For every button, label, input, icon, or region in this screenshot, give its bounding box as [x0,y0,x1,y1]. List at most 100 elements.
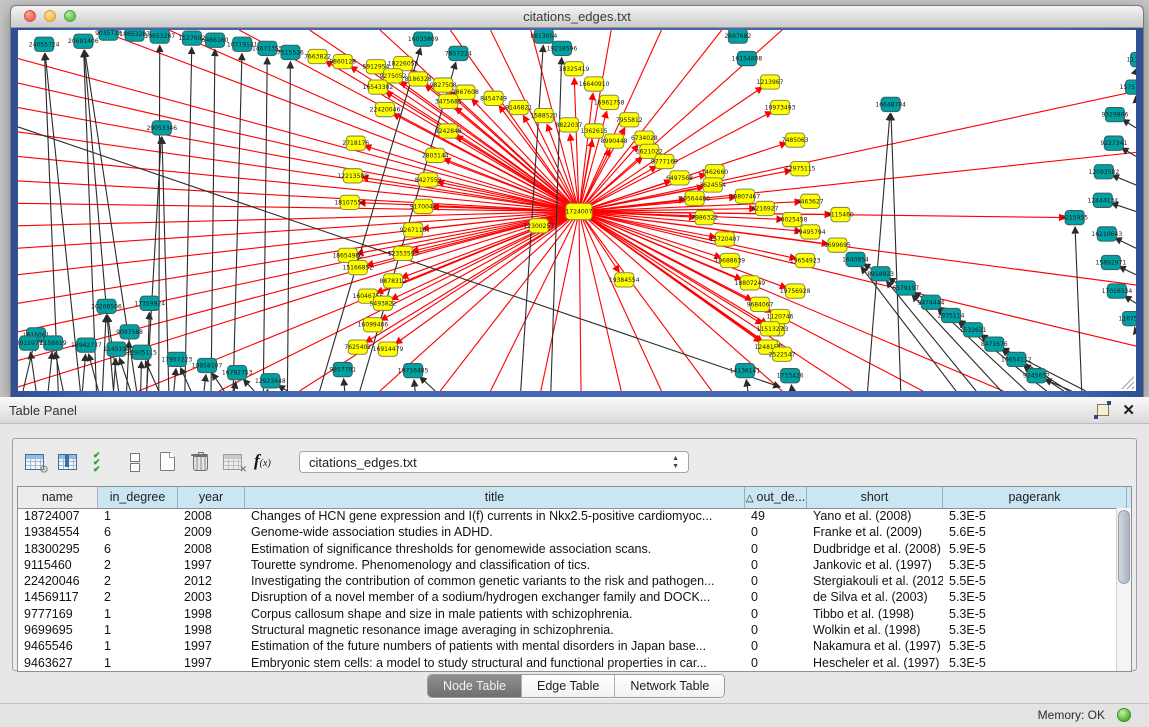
network-node[interactable]: 17359924 [134,296,165,310]
network-node[interactable]: 9227341 [1100,136,1127,150]
network-node[interactable]: 19716485 [398,363,429,377]
network-node[interactable]: 9267110 [400,223,427,237]
canvas-resize-grip[interactable] [1122,377,1134,389]
network-node[interactable]: 2522547 [769,347,796,361]
column-header-pagerank[interactable]: pagerank [943,487,1127,508]
network-node[interactable]: 9146821 [505,100,532,114]
network-node[interactable]: 9115460 [827,207,854,221]
table-row[interactable]: 2242004622012Investigating the contribut… [18,573,1117,589]
function-builder-button[interactable]: f(x) [254,449,278,475]
toggle-columns-button[interactable] [56,449,80,475]
table-source-select[interactable]: citations_edges.txt ▲▼ [299,451,689,473]
network-node[interactable]: 6497568 [666,171,693,185]
network-node[interactable]: 3475685 [435,94,462,108]
network-node[interactable]: 8471676 [981,337,1008,351]
column-header-short[interactable]: short [807,487,943,508]
network-node[interactable]: 1151327 [757,322,784,336]
network-node[interactable]: 8990448 [601,134,628,148]
network-node[interactable]: 20206506 [91,299,122,313]
network-node[interactable]: 7663822 [304,49,331,63]
column-header-name[interactable]: name [18,487,98,508]
network-node[interactable]: 29053346 [146,121,177,135]
zoom-window-button[interactable] [64,10,76,22]
network-node[interactable]: 8822037 [556,118,583,132]
network-node[interactable]: 7515526 [277,45,304,59]
table-row[interactable]: 969969511998Structural magnetic resonanc… [18,622,1117,638]
network-node[interactable]: 1111246 [1127,52,1136,66]
network-node[interactable]: 10958107 [192,358,223,372]
network-node[interactable]: 6379197 [892,281,919,295]
table-settings-button[interactable]: ⚙ [23,449,47,475]
network-node[interactable]: 9245652 [1023,369,1050,383]
network-node[interactable]: 9860128 [329,54,356,68]
network-node[interactable]: 10807467 [730,189,761,203]
network-node[interactable]: 1588520 [530,109,557,123]
network-node[interactable]: 9474444 [917,295,944,309]
network-node[interactable]: 9170042 [410,199,437,213]
network-node[interactable]: 16914479 [373,342,404,356]
network-node[interactable]: 18107554 [334,195,365,209]
network-node[interactable]: 9684067 [747,297,774,311]
close-window-button[interactable] [24,10,36,22]
network-node[interactable]: 5493822 [370,296,397,310]
scrollbar-thumb[interactable] [1118,510,1130,584]
network-node[interactable]: 10688639 [715,253,746,267]
tab-network-table[interactable]: Network Table [615,675,724,697]
column-header-in_degree[interactable]: in_degree [98,487,178,508]
network-node[interactable]: 12444134 [1088,193,1119,207]
network-node[interactable]: 1156819 [40,336,67,350]
network-node[interactable]: 16640910 [579,77,610,91]
column-header-year[interactable]: year [178,487,245,508]
network-node[interactable]: 24055724 [29,37,60,51]
network-node[interactable]: 7857224 [445,46,472,60]
network-node[interactable]: 7485063 [782,133,809,147]
network-node[interactable]: 1167533 [1119,311,1136,325]
network-node[interactable]: 9699695 [824,238,851,252]
network-node[interactable]: 17016534 [1102,284,1133,298]
network-node[interactable]: 19654923 [790,253,821,267]
table-row[interactable]: 946554611997Estimation of the future num… [18,638,1117,654]
network-node[interactable]: 3624554 [699,178,726,192]
network-node[interactable]: 9329966 [1101,108,1128,122]
tab-edge-table[interactable]: Edge Table [522,675,615,697]
network-node[interactable]: 1213967 [757,75,784,89]
network-node[interactable]: 16961758 [594,95,625,109]
network-node[interactable]: 16154808 [732,51,763,65]
table-row[interactable]: 1872400712008Changes of HCN gene express… [18,508,1117,524]
network-node[interactable]: 19384554 [609,273,640,287]
network-node[interactable]: 9463627 [797,194,824,208]
table-row[interactable]: 911546021997Tourette syndrome. Phenomeno… [18,557,1117,573]
network-node[interactable]: 12975115 [785,162,816,176]
network-node[interactable]: 8186328 [405,72,432,86]
table-row[interactable]: 977716911998Corpus callosum shape and si… [18,606,1117,622]
network-node[interactable]: 2803144 [422,148,449,162]
network-node[interactable]: 18325419 [559,62,590,76]
network-node[interactable]: 7462660 [701,165,728,179]
network-node[interactable]: 1724007 [566,203,593,219]
table-row[interactable]: 1456911722003Disruption of a novel membe… [18,589,1117,605]
network-node[interactable]: 14136141 [730,363,761,377]
network-node[interactable]: 6216927 [752,201,779,215]
close-panel-icon[interactable]: ✕ [1122,397,1135,424]
window-titlebar[interactable]: citations_edges.txt [11,6,1143,28]
import-table-button[interactable]: ✕ [221,449,245,475]
network-node[interactable]: 16033809 [408,32,439,46]
network-node[interactable]: 7532621 [960,323,987,337]
network-node[interactable]: 6466160 [202,33,229,47]
network-node[interactable]: 9035718 [95,30,122,40]
network-node[interactable]: 9242848 [435,124,462,138]
network-node[interactable]: 2718176 [342,136,369,150]
new-table-button[interactable] [155,449,179,475]
network-node[interactable]: 15751074 [1120,80,1136,94]
network-node[interactable]: 20564486 [679,191,710,205]
network-node[interactable]: 8878312 [380,274,407,288]
delete-table-button[interactable] [188,449,212,475]
network-node[interactable]: 17957223 [162,352,193,366]
table-row[interactable]: 946362711997Embryonic stem cells: a mode… [18,655,1117,671]
network-node[interactable]: 2687682 [724,30,751,43]
network-node[interactable]: 16782753 [222,366,253,380]
network-node[interactable]: 7986322 [691,211,718,225]
table-scrollbar[interactable] [1116,508,1131,671]
select-checks-button[interactable]: ✔ ✔ ✔ [89,449,113,475]
column-header-title[interactable]: title [245,487,745,508]
